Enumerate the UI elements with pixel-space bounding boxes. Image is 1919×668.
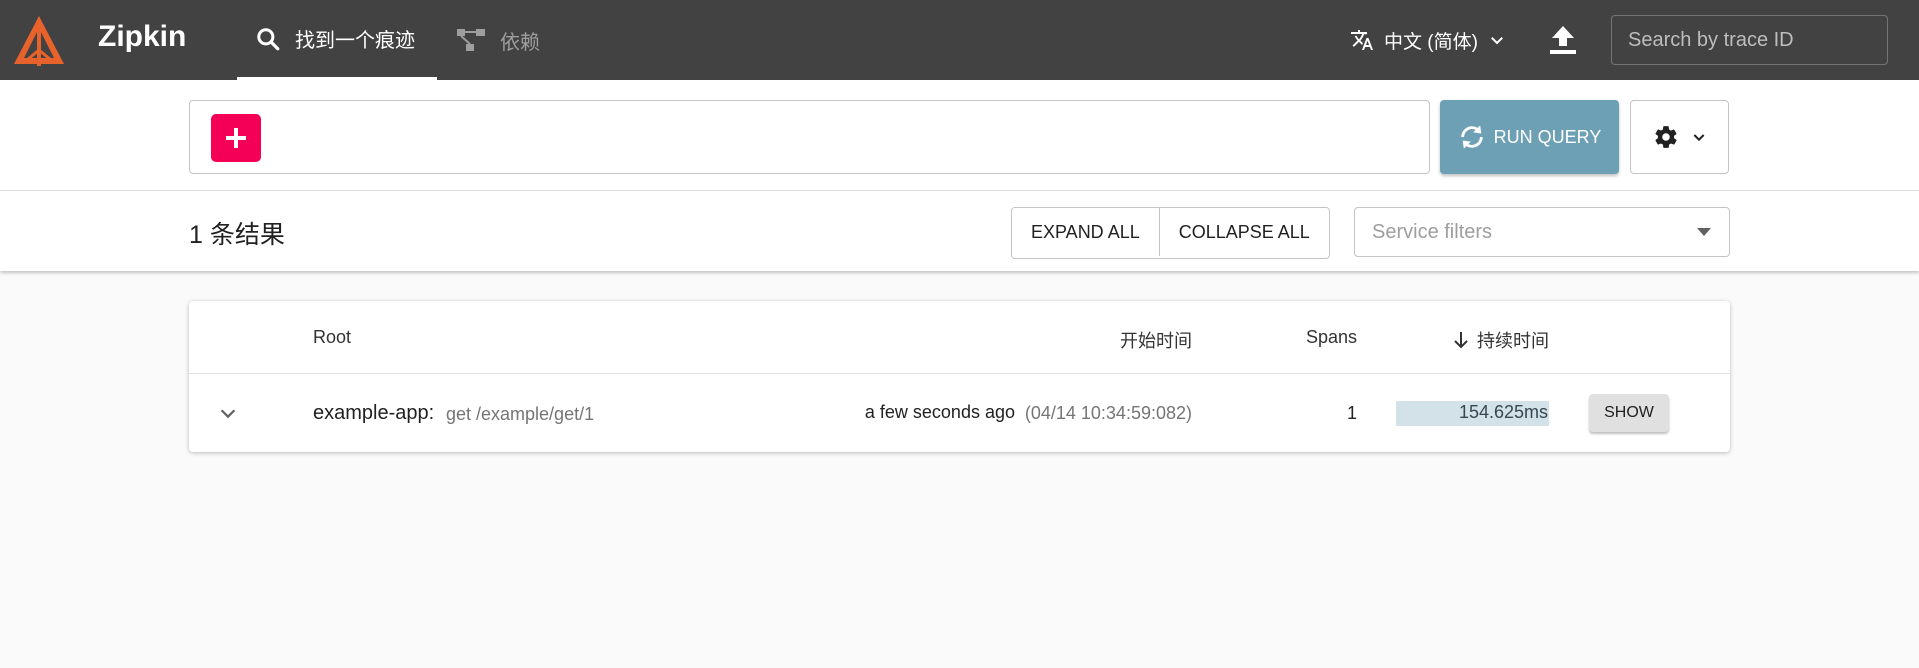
expand-all-button[interactable]: EXPAND ALL — [1012, 208, 1159, 256]
collapse-all-button[interactable]: COLLAPSE ALL — [1158, 208, 1329, 256]
start-time-relative: a few seconds ago — [864, 402, 1015, 422]
add-criteria-button[interactable] — [211, 114, 261, 162]
arrow-down-icon — [1454, 332, 1468, 349]
translate-icon — [1351, 30, 1373, 50]
tab-label: 依赖 — [500, 31, 540, 54]
service-filters-placeholder: Service filters — [1372, 220, 1493, 243]
table-row[interactable]: example-app: get /example/get/1 a few se… — [189, 374, 1730, 452]
trace-table: Root 开始时间 Spans 持续时间 example-app: get /e… — [189, 301, 1730, 452]
header-duration-label: 持续时间 — [1477, 331, 1549, 351]
chevron-down-icon — [1693, 134, 1704, 142]
dependencies-icon — [457, 29, 485, 51]
chevron-down-icon — [1490, 37, 1503, 45]
results-toolbar: 1 条结果 EXPAND ALL COLLAPSE ALL Service fi… — [0, 191, 1919, 271]
service-filters-select[interactable]: Service filters — [1354, 207, 1730, 257]
header-duration[interactable]: 持续时间 — [1453, 327, 1549, 353]
chevron-down-icon[interactable] — [217, 402, 239, 424]
trace-id-search-input[interactable] — [1611, 15, 1888, 65]
run-query-label: RUN QUERY — [1493, 126, 1602, 147]
dropdown-arrow-icon — [1697, 228, 1711, 236]
span-name: get /example/get/1 — [446, 404, 595, 424]
header-spans[interactable]: Spans — [1306, 327, 1357, 348]
plus-icon — [226, 128, 246, 148]
show-trace-button[interactable]: SHOW — [1589, 394, 1669, 432]
gear-icon — [1654, 126, 1677, 148]
app-bar: Zipkin 找到一个痕迹 依赖 中文 (简体) — [0, 0, 1919, 80]
tab-dependencies[interactable]: 依赖 — [456, 0, 540, 80]
table-header: Root 开始时间 Spans 持续时间 — [189, 301, 1730, 374]
tab-find-trace[interactable]: 找到一个痕迹 — [237, 0, 437, 80]
start-time-absolute: (04/14 10:34:59:082) — [1024, 403, 1192, 423]
service-name: example-app: — [313, 402, 435, 424]
expand-collapse-group: EXPAND ALL COLLAPSE ALL — [1011, 207, 1330, 259]
search-icon — [257, 27, 280, 50]
refresh-icon — [1460, 125, 1483, 149]
tab-label: 找到一个痕迹 — [295, 30, 415, 52]
query-panel: RUN QUERY — [0, 80, 1919, 191]
language-selector[interactable]: 中文 (简体) — [1350, 0, 1506, 80]
settings-button[interactable] — [1630, 100, 1729, 174]
language-label: 中文 (简体) — [1384, 31, 1478, 53]
search-criteria-field[interactable] — [189, 100, 1430, 174]
app-title[interactable]: Zipkin — [98, 20, 186, 54]
zipkin-logo-icon[interactable] — [12, 14, 66, 66]
duration-value: 154.625ms — [1458, 402, 1548, 422]
run-query-button[interactable]: RUN QUERY — [1440, 100, 1619, 174]
header-start-time[interactable]: 开始时间 — [1120, 327, 1192, 353]
header-root[interactable]: Root — [313, 327, 351, 348]
upload-icon[interactable] — [1548, 24, 1578, 56]
spans-count: 1 — [1346, 403, 1357, 423]
result-count: 1 条结果 — [189, 221, 285, 249]
